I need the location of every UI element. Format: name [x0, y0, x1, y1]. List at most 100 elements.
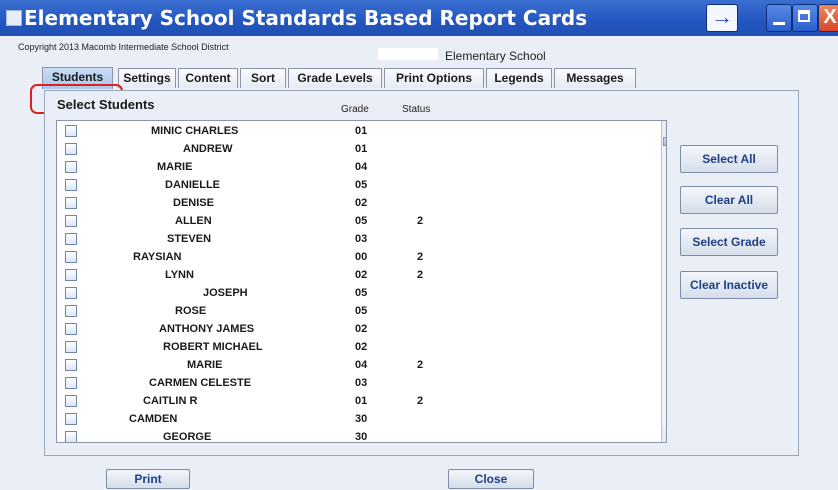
student-name: JOSEPH [203, 287, 248, 299]
student-row[interactable]: MARIE 04 2 [57, 357, 647, 375]
student-row[interactable]: ANTHONY JAMES 02 [57, 321, 647, 339]
tab-legends[interactable]: Legends [486, 68, 552, 88]
student-name: LYNN [165, 269, 194, 281]
student-name: MARIE [187, 359, 223, 371]
student-checkbox[interactable] [65, 215, 77, 227]
maximize-button[interactable] [792, 4, 818, 32]
student-row[interactable]: MINIC CHARLES 01 [57, 123, 647, 141]
tab-sort[interactable]: Sort [240, 68, 286, 88]
student-row[interactable]: ALLEN 05 2 [57, 213, 647, 231]
student-checkbox[interactable] [65, 161, 77, 173]
student-row[interactable]: CARMEN CELESTE 03 [57, 375, 647, 393]
student-checkbox[interactable] [65, 431, 77, 442]
status-column-header: Status [402, 104, 431, 115]
scroll-down-icon[interactable]: ▼ [662, 428, 666, 442]
student-status: 2 [417, 215, 424, 227]
student-checkbox[interactable] [65, 287, 77, 299]
student-row[interactable]: ANDREW 01 [57, 141, 647, 159]
student-name: GEORGE [163, 431, 212, 443]
student-grade: 05 [355, 179, 368, 191]
student-row[interactable]: GEORGE 30 [57, 429, 647, 443]
student-checkbox[interactable] [65, 233, 77, 245]
student-status: 2 [417, 269, 424, 281]
student-checkbox[interactable] [65, 359, 77, 371]
student-row[interactable]: MARIE 04 [57, 159, 647, 177]
student-grade: 00 [355, 251, 368, 263]
student-checkbox[interactable] [65, 323, 77, 335]
student-status: 2 [417, 359, 424, 371]
student-name: ANDREW [183, 143, 233, 155]
student-row[interactable]: DENISE 02 [57, 195, 647, 213]
student-grade: 03 [355, 377, 368, 389]
copyright-text: Copyright 2013 Macomb Intermediate Schoo… [18, 42, 229, 52]
student-checkbox[interactable] [65, 179, 77, 191]
print-button[interactable]: Print [106, 469, 190, 489]
student-grade: 02 [355, 323, 368, 335]
student-row[interactable]: RAYSIAN 00 2 [57, 249, 647, 267]
tab-settings[interactable]: Settings [118, 68, 176, 88]
clear-inactive-button[interactable]: Clear Inactive [680, 271, 778, 299]
student-row[interactable]: ROBERT MICHAEL 02 [57, 339, 647, 357]
student-row[interactable]: DANIELLE 05 [57, 177, 647, 195]
student-name: ROSE [175, 305, 207, 317]
student-name: CAITLIN R [143, 395, 198, 407]
student-grade: 04 [355, 359, 368, 371]
select-all-button[interactable]: Select All [680, 145, 778, 173]
tab-print-options[interactable]: Print Options [384, 68, 484, 88]
tab-messages[interactable]: Messages [554, 68, 636, 88]
student-row[interactable]: LYNN 02 2 [57, 267, 647, 285]
student-name: ANTHONY JAMES [159, 323, 255, 335]
student-row[interactable]: ROSE 05 [57, 303, 647, 321]
clear-all-button[interactable]: Clear All [680, 186, 778, 214]
close-window-button[interactable]: X [818, 4, 838, 32]
student-checkbox[interactable] [65, 197, 77, 209]
student-name: DENISE [173, 197, 214, 209]
student-grade: 02 [355, 341, 368, 353]
student-checkbox[interactable] [65, 305, 77, 317]
window-title: Elementary School Standards Based Report… [24, 6, 588, 30]
scroll-thumb[interactable] [663, 137, 666, 146]
arrow-right-icon[interactable]: → [706, 4, 738, 32]
close-button[interactable]: Close [448, 469, 534, 489]
student-checkbox[interactable] [65, 341, 77, 353]
student-checkbox[interactable] [65, 269, 77, 281]
minimize-button[interactable] [766, 4, 792, 32]
student-name: ALLEN [175, 215, 212, 227]
student-name: MARIE [157, 161, 193, 173]
student-name: ROBERT MICHAEL [163, 341, 263, 353]
student-checkbox[interactable] [65, 413, 77, 425]
student-grade: 01 [355, 395, 368, 407]
student-checkbox[interactable] [65, 377, 77, 389]
tab-grade-levels[interactable]: Grade Levels [288, 68, 382, 88]
student-checkbox[interactable] [65, 395, 77, 407]
student-grade: 05 [355, 305, 368, 317]
student-row[interactable]: STEVEN 03 [57, 231, 647, 249]
student-grade: 01 [355, 143, 368, 155]
student-row[interactable]: JOSEPH 05 [57, 285, 647, 303]
student-checkbox[interactable] [65, 125, 77, 137]
student-grade: 30 [355, 431, 368, 443]
tab-content[interactable]: Content [178, 68, 238, 88]
student-name: MINIC CHARLES [151, 125, 239, 137]
select-students-title: Select Students [57, 97, 155, 112]
student-grade: 04 [355, 161, 368, 173]
student-list[interactable]: MINIC CHARLES 01 ANDREW 01 MARIE 04 DANIELL… [56, 120, 667, 443]
grade-column-header: Grade [341, 104, 369, 115]
redacted-school-name [378, 48, 438, 60]
title-bar: Elementary School Standards Based Report… [0, 0, 838, 36]
student-grade: 05 [355, 215, 368, 227]
select-grade-button[interactable]: Select Grade [680, 228, 778, 256]
student-name: CAMDEN [129, 413, 178, 425]
student-name: STEVEN [167, 233, 212, 245]
student-grade: 02 [355, 269, 368, 281]
student-name: DANIELLE [165, 179, 220, 191]
student-grade: 01 [355, 125, 368, 137]
student-row[interactable]: CAMDEN 30 [57, 411, 647, 429]
scroll-up-icon[interactable]: ▲ [662, 121, 666, 135]
student-checkbox[interactable] [65, 143, 77, 155]
student-checkbox[interactable] [65, 251, 77, 263]
student-status: 2 [417, 395, 424, 407]
student-status: 2 [417, 251, 424, 263]
vertical-scrollbar[interactable]: ▲ ▼ [661, 121, 666, 442]
student-row[interactable]: CAITLIN R 01 2 [57, 393, 647, 411]
